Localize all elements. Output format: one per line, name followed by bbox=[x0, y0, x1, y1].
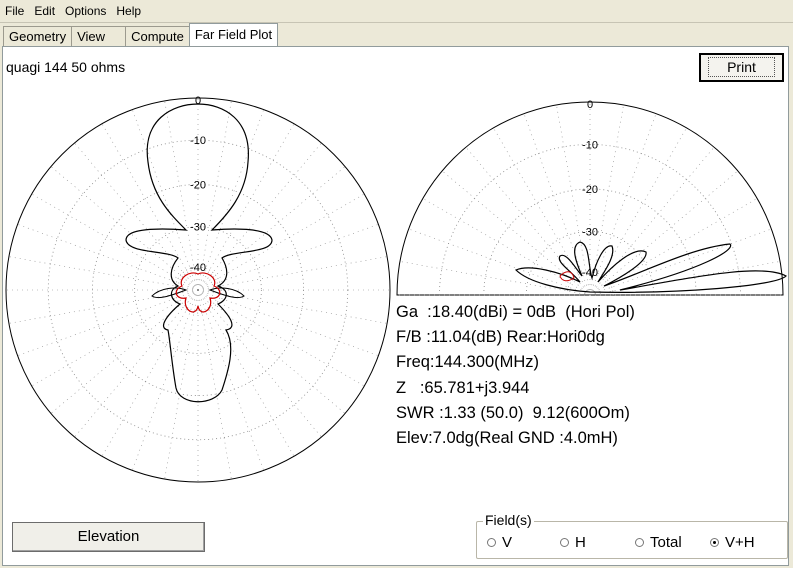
azimuth-spoke bbox=[74, 289, 199, 438]
azimuth-spoke bbox=[197, 193, 365, 291]
azimuth-ring-label: -40 bbox=[190, 262, 206, 274]
elevation-spoke bbox=[589, 127, 687, 296]
azimuth-spoke bbox=[17, 289, 199, 356]
azimuth-spoke bbox=[31, 193, 199, 291]
far-field-plots: 0-10-20-30-400-10-20-30-40 bbox=[5, 95, 787, 483]
field-group-label: Field(s) bbox=[483, 512, 534, 528]
elevation-spoke bbox=[589, 113, 657, 296]
azimuth-spoke bbox=[132, 109, 199, 291]
radio-total-button[interactable] bbox=[635, 538, 644, 547]
tab-far-field-plot[interactable]: Far Field Plot bbox=[188, 23, 279, 46]
azimuth-ring-label: -30 bbox=[190, 222, 206, 234]
radio-h[interactable]: H bbox=[560, 534, 586, 551]
azimuth-spoke bbox=[8, 289, 199, 324]
elevation-spoke bbox=[589, 228, 772, 296]
azimuth-spoke bbox=[197, 289, 346, 414]
azimuth-spoke bbox=[197, 289, 322, 438]
azimuth-spoke bbox=[197, 289, 295, 457]
azimuth-ring-label: 0 bbox=[195, 95, 201, 107]
elevation-ring-label: -20 bbox=[582, 184, 598, 196]
elevation-button[interactable]: Elevation bbox=[12, 522, 205, 552]
frequency-text: Freq:144.300(MHz) bbox=[396, 353, 540, 372]
elevation-spoke bbox=[493, 127, 591, 296]
radio-vh-button[interactable] bbox=[710, 538, 719, 547]
azimuth-side-lobe bbox=[151, 287, 188, 299]
radio-total[interactable]: Total bbox=[635, 534, 682, 551]
azimuth-spoke bbox=[197, 289, 365, 387]
azimuth-ring-label: -20 bbox=[190, 179, 206, 191]
elevation-ring-label: -30 bbox=[582, 226, 598, 238]
azimuth-spoke bbox=[132, 289, 199, 471]
radio-total-label: Total bbox=[650, 534, 682, 551]
elevation-text: Elev:7.0dg(Real GND :4.0mH) bbox=[396, 429, 618, 448]
azimuth-spoke bbox=[197, 166, 346, 291]
azimuth-side-lobe bbox=[208, 287, 245, 299]
elevation-spoke bbox=[589, 146, 715, 296]
azimuth-spoke bbox=[197, 123, 295, 291]
front-back-text: F/B :11.04(dB) Rear:Hori0dg bbox=[396, 328, 605, 347]
azimuth-spoke bbox=[197, 142, 322, 291]
azimuth-spoke bbox=[197, 289, 264, 471]
gain-text: Ga :18.40(dBi) = 0dB (Hori Pol) bbox=[396, 303, 635, 321]
elevation-spoke bbox=[408, 228, 591, 296]
azimuth-spoke bbox=[17, 224, 199, 291]
azimuth-spoke bbox=[8, 256, 199, 291]
azimuth-spoke bbox=[74, 142, 199, 291]
elevation-spoke bbox=[589, 170, 739, 296]
azimuth-spoke bbox=[197, 109, 264, 291]
azimuth-spoke bbox=[101, 289, 199, 457]
radio-vh[interactable]: V+H bbox=[710, 534, 755, 551]
elevation-ring-2 bbox=[525, 230, 655, 296]
radio-h-label: H bbox=[575, 534, 586, 551]
azimuth-spoke bbox=[197, 289, 232, 480]
radio-v[interactable]: V bbox=[487, 534, 512, 551]
azimuth-spoke bbox=[101, 123, 199, 291]
radio-h-button[interactable] bbox=[560, 538, 569, 547]
azimuth-spoke bbox=[50, 166, 199, 291]
elevation-ring-label: 0 bbox=[587, 99, 593, 111]
results-readout: Ga :18.40(dBi) = 0dB (Hori Pol) F/B :11.0… bbox=[396, 300, 635, 451]
radio-v-button[interactable] bbox=[487, 538, 496, 547]
azimuth-spoke bbox=[50, 289, 199, 414]
azimuth-pattern-trace bbox=[125, 103, 273, 403]
radio-vh-label: V+H bbox=[725, 534, 755, 551]
azimuth-spoke bbox=[164, 289, 199, 480]
radio-v-label: V bbox=[502, 534, 513, 551]
impedance-text: Z :65.781+j3.944 bbox=[396, 378, 530, 397]
elevation-ring-label: -10 bbox=[582, 139, 598, 151]
azimuth-spoke bbox=[197, 289, 379, 356]
elevation-pattern-trace bbox=[514, 241, 787, 293]
swr-text: SWR :1.33 (50.0) 9.12(600Om) bbox=[396, 403, 630, 422]
azimuth-ring-label: -10 bbox=[190, 135, 206, 147]
